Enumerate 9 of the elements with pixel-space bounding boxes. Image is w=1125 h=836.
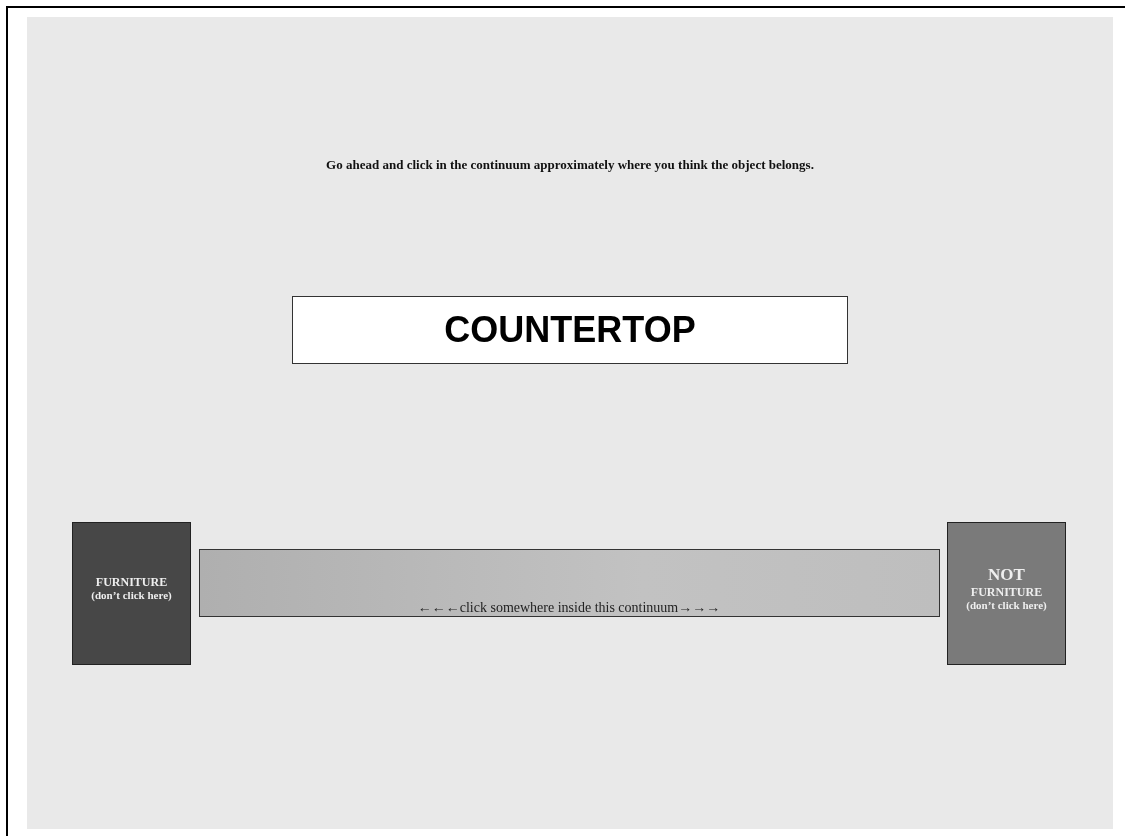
category-note: (don’t click here) (91, 589, 172, 602)
stimulus-word: COUNTERTOP (292, 296, 848, 364)
continuum-label: ←←←click somewhere inside this continuum→→→ (417, 600, 721, 616)
continuum-bar[interactable]: ←←←click somewhere inside this continuum→→→ (198, 549, 940, 617)
category-title: NOT (988, 565, 1025, 585)
instruction-text: Go ahead and click in the continuum approximately where you think the object belongs. (325, 156, 815, 173)
category-note: (don’t click here) (966, 599, 1047, 612)
category-title: FURNITURE (970, 585, 1043, 599)
category-title: FURNITURE (95, 575, 168, 589)
